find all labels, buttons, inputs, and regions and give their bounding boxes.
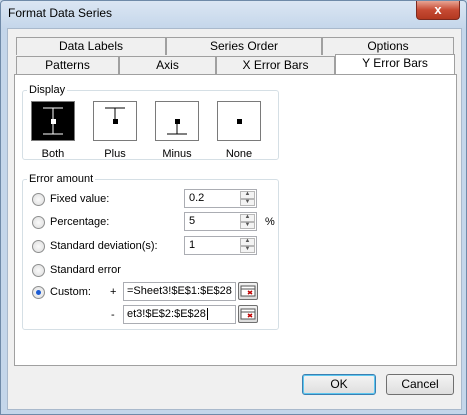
standard-deviation-text: 1	[189, 239, 196, 251]
percentage-spinner[interactable]: ▲ ▼	[240, 214, 255, 229]
display-group: Display Both Plus Minus None	[22, 84, 279, 160]
tab-patterns[interactable]: Patterns	[16, 56, 119, 74]
y-error-bars-panel: Display Both Plus Minus None Error amoun…	[14, 74, 457, 366]
display-minus-label: Minus	[162, 148, 192, 160]
fixed-value-label: Fixed value:	[50, 193, 110, 205]
custom-minus-sign: -	[111, 309, 115, 321]
display-plus-option[interactable]	[93, 101, 137, 141]
fixed-value-text: 0.2	[189, 192, 205, 204]
display-plus-label: Plus	[104, 148, 126, 160]
custom-minus-range-button[interactable]	[238, 305, 258, 323]
custom-plus-sign: +	[110, 286, 117, 298]
standard-deviation-radio[interactable]	[32, 240, 45, 253]
plus-error-bar-icon	[105, 107, 125, 124]
custom-minus-range-text: et3!$E$2:$E$28	[127, 308, 206, 320]
collapse-dialog-icon	[240, 308, 256, 320]
custom-plus-range-input[interactable]: =Sheet3!$E$1:$E$28	[123, 282, 236, 301]
tab-data-labels[interactable]: Data Labels	[16, 37, 166, 55]
none-error-bar-icon	[237, 119, 242, 124]
display-group-label: Display	[27, 84, 68, 96]
percentage-text: 5	[189, 215, 196, 227]
close-icon: x	[434, 2, 442, 17]
text-cursor	[206, 308, 208, 320]
minus-error-bar-icon	[167, 119, 187, 135]
custom-label: Custom:	[50, 286, 91, 298]
standard-deviation-label: Standard deviation(s):	[50, 240, 158, 252]
fixed-value-spinner[interactable]: ▲ ▼	[240, 191, 255, 206]
percentage-label: Percentage:	[50, 216, 110, 228]
tab-x-error-bars[interactable]: X Error Bars	[216, 56, 335, 74]
format-data-series-dialog: Format Data Series x Data Labels Series …	[0, 0, 467, 415]
standard-error-radio[interactable]	[32, 264, 45, 277]
tab-axis[interactable]: Axis	[119, 56, 216, 74]
display-minus-option[interactable]	[155, 101, 199, 141]
custom-plus-range-button[interactable]	[238, 282, 258, 300]
tab-options[interactable]: Options	[322, 37, 454, 55]
window-title: Format Data Series	[8, 6, 113, 20]
display-both-label: Both	[41, 148, 65, 160]
percentage-radio[interactable]	[32, 216, 45, 229]
dialog-client-area: Data Labels Series Order Options Pattern…	[7, 28, 462, 410]
ok-button[interactable]: OK	[302, 374, 376, 395]
standard-deviation-input[interactable]: 1 ▲ ▼	[184, 236, 257, 255]
display-both-option[interactable]	[31, 101, 75, 141]
percent-unit-label: %	[265, 216, 275, 228]
both-error-bar-icon	[43, 107, 63, 135]
cancel-button[interactable]: Cancel	[386, 374, 454, 395]
tab-y-error-bars[interactable]: Y Error Bars	[335, 54, 455, 74]
error-amount-group-label: Error amount	[27, 173, 96, 185]
display-none-label: None	[225, 148, 253, 160]
close-button[interactable]: x	[416, 1, 460, 20]
display-none-option[interactable]	[217, 101, 261, 141]
fixed-value-input[interactable]: 0.2 ▲ ▼	[184, 189, 257, 208]
standard-deviation-spinner[interactable]: ▲ ▼	[240, 238, 255, 253]
tab-series-order[interactable]: Series Order	[166, 37, 322, 55]
standard-error-label: Standard error	[50, 264, 121, 276]
custom-minus-range-input[interactable]: et3!$E$2:$E$28	[123, 305, 236, 324]
percentage-input[interactable]: 5 ▲ ▼	[184, 212, 257, 231]
collapse-dialog-icon	[240, 285, 256, 297]
fixed-value-radio[interactable]	[32, 193, 45, 206]
custom-radio[interactable]	[32, 286, 45, 299]
